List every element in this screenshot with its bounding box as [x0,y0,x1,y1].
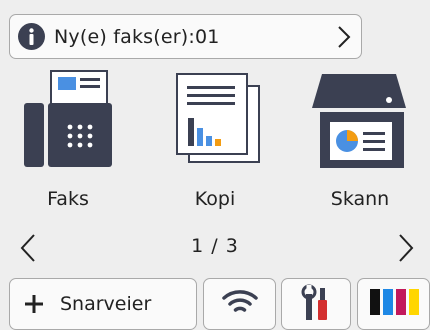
chevron-right-icon [399,234,414,262]
settings-tools-button[interactable] [281,278,351,330]
ink-status-button[interactable] [357,278,430,330]
app-tile-copy[interactable]: Kopi [145,66,285,216]
app-tile-fax[interactable]: Faks [0,66,138,216]
fax-notification-bar[interactable]: Ny(e) faks(er):01 [9,14,362,59]
ink-icon [369,289,419,315]
notification-text: Ny(e) faks(er):01 [54,25,220,48]
scan-icon [312,74,406,168]
tools-icon [301,284,327,320]
page-next-button[interactable] [392,230,420,266]
page-indicator: 1 / 3 [191,235,239,257]
copy-icon [176,73,260,163]
wifi-icon [221,290,258,312]
app-label-fax: Faks [47,188,89,210]
app-label-scan: Skann [330,188,390,210]
chevron-left-icon [20,234,35,262]
page-prev-button[interactable] [14,230,42,266]
shortcuts-button[interactable]: Snarveier [9,278,197,330]
info-icon [18,23,45,50]
app-label-copy: Kopi [194,188,236,210]
chevron-right-icon [335,24,353,54]
wifi-button[interactable] [203,278,276,330]
shortcuts-label: Snarveier [60,293,152,315]
app-tile-scan[interactable]: Skann [290,66,430,216]
plus-icon [25,295,43,313]
fax-icon [24,70,112,167]
